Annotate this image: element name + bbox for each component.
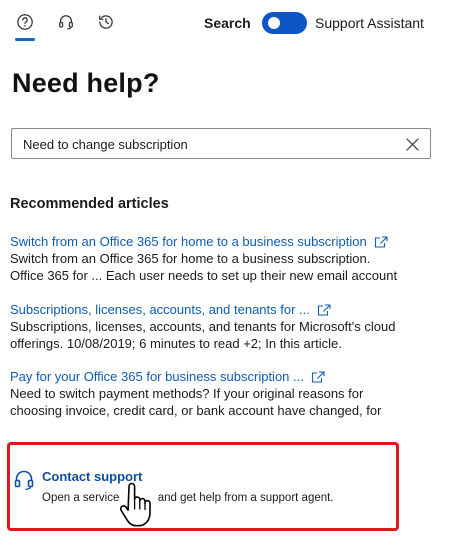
toggle-knob: [268, 17, 280, 29]
headset-icon: [59, 15, 73, 30]
top-bar: Search Support Assistant: [0, 0, 454, 44]
clear-search-button[interactable]: [404, 136, 420, 152]
article-link[interactable]: Pay for your Office 365 for business sub…: [10, 369, 325, 384]
page-title: Need help?: [12, 68, 160, 98]
support-assistant-toggle[interactable]: [262, 12, 307, 34]
external-link-icon: [311, 370, 325, 383]
article-description-line: Office 365 for ... Each user needs to se…: [10, 267, 398, 283]
article-title: Switch from an Office 365 for home to a …: [10, 234, 367, 249]
external-link-icon: [317, 303, 331, 316]
help-pane: Search Support Assistant Need help? Reco…: [0, 0, 454, 549]
tab-help[interactable]: [14, 11, 36, 33]
close-icon: [405, 137, 419, 151]
tab-contact[interactable]: [55, 11, 77, 33]
help-circle-icon: [17, 14, 33, 30]
article-description-line: Switch from an Office 365 for home to a …: [10, 251, 371, 266]
article-description-line: offerings. 10/08/2019; 6 minutes to read…: [10, 335, 342, 351]
history-icon: [99, 15, 113, 29]
active-tab-indicator: [15, 38, 35, 41]
contact-desc-before: Open a service: [42, 492, 120, 504]
article-title: Pay for your Office 365 for business sub…: [10, 369, 304, 384]
article-link[interactable]: Switch from an Office 365 for home to a …: [10, 234, 388, 249]
external-link-icon: [374, 235, 388, 248]
article-item: Switch from an Office 365 for home to a …: [10, 233, 440, 284]
article-description-line: choosing invoice, credit card, or bank a…: [10, 402, 382, 418]
search-input[interactable]: [23, 134, 393, 154]
search-mode-label: Search: [204, 15, 251, 31]
headset-icon: [14, 470, 34, 490]
hand-pointer-icon: [119, 482, 151, 527]
contact-support-description: Open a service and get help from a suppo…: [42, 492, 334, 504]
article-description-line: Need to switch payment methods? If your …: [10, 386, 364, 401]
article-link[interactable]: Subscriptions, licenses, accounts, and t…: [10, 302, 331, 317]
contact-support-card[interactable]: Contact support Open a service and get h…: [7, 442, 399, 531]
contact-desc-after: and get help from a support agent.: [157, 492, 334, 504]
article-item: Pay for your Office 365 for business sub…: [10, 368, 440, 419]
recommended-articles-heading: Recommended articles: [10, 196, 169, 212]
support-assistant-label: Support Assistant: [315, 15, 424, 31]
search-box: [11, 128, 431, 159]
article-title: Subscriptions, licenses, accounts, and t…: [10, 302, 310, 317]
article-item: Subscriptions, licenses, accounts, and t…: [10, 301, 440, 352]
article-description-line: Subscriptions, licenses, accounts, and t…: [10, 319, 396, 334]
tab-history[interactable]: [95, 11, 117, 33]
